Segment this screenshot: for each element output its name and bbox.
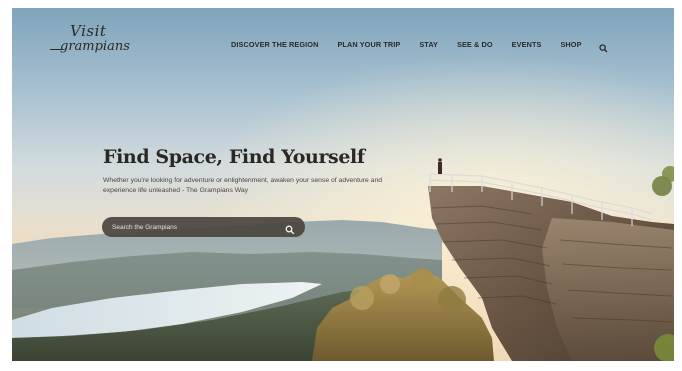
nav-item-stay[interactable]: STAY <box>419 40 438 49</box>
hero-section: Find Space, Find Yourself Whether you're… <box>103 146 403 196</box>
nav-item-events[interactable]: EVENTS <box>512 40 542 49</box>
search-icon <box>285 225 295 235</box>
visit-grampians-logo[interactable]: Visit grampians <box>50 22 136 62</box>
page: Visit grampians DISCOVER THE REGION PLAN… <box>12 8 674 361</box>
nav-item-plan-your-trip[interactable]: PLAN YOUR TRIP <box>337 40 400 49</box>
logo-text-visit: Visit <box>70 22 107 40</box>
nav-item-discover-the-region[interactable]: DISCOVER THE REGION <box>231 40 318 49</box>
nav-item-see-and-do[interactable]: SEE & DO <box>457 40 493 49</box>
nav-item-shop[interactable]: SHOP <box>560 40 581 49</box>
search-icon-graphic <box>598 44 608 53</box>
search-input[interactable] <box>112 220 272 234</box>
main-menu: DISCOVER THE REGION PLAN YOUR TRIP STAY … <box>231 40 608 53</box>
top-navigation: Visit grampians DISCOVER THE REGION PLAN… <box>12 8 674 78</box>
search-icon[interactable] <box>598 40 608 53</box>
hero-title: Find Space, Find Yourself <box>103 146 365 168</box>
logo-text-grampians: grampians <box>60 39 130 54</box>
search-submit-button[interactable] <box>285 222 295 235</box>
hero-search-bar <box>102 217 305 237</box>
hero-subtitle: Whether you're looking for adventure or … <box>103 177 383 194</box>
